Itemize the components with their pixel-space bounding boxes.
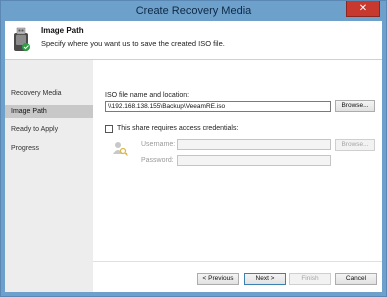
wizard-content: ISO file name and location: \\192.168.13… <box>93 60 382 260</box>
page-subtitle: Specify where you want us to save the cr… <box>41 39 225 48</box>
dialog-body: Image Path Specify where you want us to … <box>5 21 382 292</box>
previous-button[interactable]: < Previous <box>197 273 239 285</box>
dialog-window: Create Recovery Media ✕ Image Path Speci… <box>0 0 387 297</box>
close-icon: ✕ <box>358 3 368 14</box>
username-input[interactable] <box>177 139 331 150</box>
user-key-icon <box>113 142 128 156</box>
close-button[interactable]: ✕ <box>346 1 380 17</box>
step-image-path[interactable]: Image Path <box>5 105 93 118</box>
password-input[interactable] <box>177 155 331 166</box>
footer-divider <box>93 261 382 262</box>
next-button[interactable]: Next > <box>244 273 286 285</box>
usb-drive-icon <box>14 27 30 51</box>
iso-path-input[interactable]: \\192.168.138.155\Backup\VeeamRE.iso <box>105 101 331 112</box>
wizard-header: Image Path Specify where you want us to … <box>5 21 382 60</box>
credentials-browse-button[interactable]: Browse... <box>335 139 375 151</box>
step-progress[interactable]: Progress <box>5 142 93 155</box>
window-title: Create Recovery Media <box>135 5 252 17</box>
username-label: Username: <box>141 141 176 148</box>
finish-button[interactable]: Finish <box>289 273 331 285</box>
step-ready-to-apply[interactable]: Ready to Apply <box>5 123 93 136</box>
cancel-button[interactable]: Cancel <box>335 273 377 285</box>
browse-button[interactable]: Browse... <box>335 100 375 112</box>
step-recovery-media[interactable]: Recovery Media <box>5 87 93 100</box>
title-bar[interactable]: Create Recovery Media ✕ <box>1 1 386 21</box>
page-title: Image Path <box>41 26 84 35</box>
credentials-checkbox[interactable] <box>105 125 113 133</box>
iso-label: ISO file name and location: <box>105 92 190 99</box>
password-label: Password: <box>141 157 174 164</box>
wizard-steps: Recovery Media Image Path Ready to Apply… <box>5 60 93 292</box>
credentials-label: This share requires access credentials: <box>117 125 239 132</box>
